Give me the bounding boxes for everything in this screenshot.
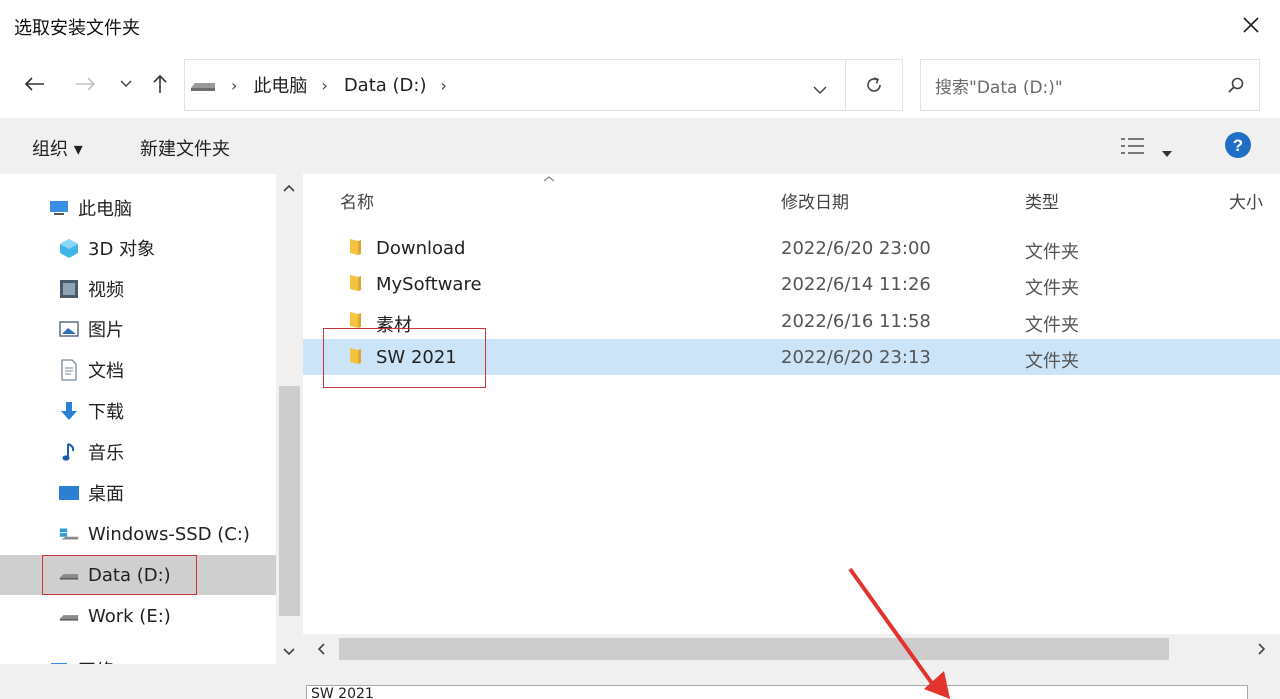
caret-down-icon — [1162, 151, 1172, 157]
sidebar-item-desktop[interactable]: 桌面 — [0, 473, 276, 513]
forward-button[interactable] — [70, 68, 102, 100]
breadcrumb-separator: › — [231, 75, 238, 95]
arrow-up-icon — [153, 74, 167, 93]
cube-icon — [58, 237, 80, 259]
file-row[interactable]: MySoftware 2022/6/14 11:26 文件夹 — [303, 266, 1280, 302]
scroll-down-icon — [283, 648, 295, 656]
sidebar-item-windows-ssd[interactable]: Windows-SSD (C:) — [0, 514, 276, 554]
folder-name-input[interactable]: SW 2021 — [306, 685, 1248, 699]
sidebar-item-documents[interactable]: 文档 — [0, 350, 276, 390]
sidebar-item-music[interactable]: 音乐 — [0, 432, 276, 472]
sidebar-scrollbar[interactable] — [276, 174, 303, 699]
search-icon — [1228, 77, 1244, 93]
refresh-button[interactable] — [845, 59, 903, 111]
breadcrumb-separator: › — [440, 75, 447, 95]
scroll-up-icon — [283, 184, 295, 192]
back-button[interactable] — [18, 68, 50, 100]
document-icon — [58, 359, 80, 381]
column-header-name[interactable]: 名称 — [340, 188, 374, 213]
sort-ascending-icon — [543, 176, 555, 182]
breadcrumb-data-drive[interactable]: Data (D:) — [344, 75, 427, 96]
refresh-icon — [867, 77, 881, 92]
details-view-icon — [1121, 138, 1144, 154]
search-box[interactable]: 搜索"Data (D:)" — [920, 59, 1260, 111]
column-header-modified[interactable]: 修改日期 — [781, 188, 849, 213]
scroll-right-icon — [1258, 643, 1266, 655]
folder-icon — [350, 275, 361, 291]
column-header-type[interactable]: 类型 — [1025, 188, 1059, 213]
highlight-box-sw2021 — [323, 328, 486, 388]
navigation-tree: 此电脑 3D 对象 视频 图片 文档 下载 音乐 桌面 Windows-SSD … — [0, 174, 276, 699]
file-type: 文件夹 — [1025, 315, 1079, 336]
breadcrumb-separator: › — [321, 75, 328, 95]
breadcrumb-this-pc[interactable]: 此电脑 — [253, 72, 307, 98]
sidebar-item-downloads[interactable]: 下载 — [0, 391, 276, 431]
highlight-box-data-drive — [42, 555, 197, 595]
view-options-button[interactable] — [1120, 136, 1146, 160]
up-button[interactable] — [144, 68, 176, 100]
file-row[interactable]: Download 2022/6/20 23:00 文件夹 — [303, 230, 1280, 266]
folder-icon — [350, 312, 361, 328]
file-name: MySoftware — [376, 274, 482, 295]
command-bar: 组织 ▾ 新建文件夹 ? — [0, 118, 1280, 174]
file-modified: 2022/6/20 23:13 — [781, 347, 931, 368]
navigation-pane: 此电脑 3D 对象 视频 图片 文档 下载 音乐 桌面 Windows-SSD … — [0, 174, 303, 699]
sidebar-item-3d-objects[interactable]: 3D 对象 — [0, 228, 276, 268]
close-icon — [1243, 17, 1259, 33]
horizontal-scrollbar[interactable] — [303, 634, 1280, 664]
help-icon: ? — [1225, 132, 1251, 158]
address-bar[interactable]: › 此电脑 › Data (D:) › — [184, 59, 846, 111]
arrow-left-icon — [24, 77, 44, 91]
annotation-arrow — [848, 567, 950, 699]
drive-icon — [58, 523, 80, 545]
column-header-size[interactable]: 大小 — [1229, 188, 1263, 213]
help-button[interactable]: ? — [1224, 131, 1252, 163]
scroll-left-icon — [317, 643, 325, 655]
window-title: 选取安装文件夹 — [14, 18, 140, 39]
search-placeholder: 搜索"Data (D:)" — [935, 77, 1063, 98]
file-type: 文件夹 — [1025, 278, 1079, 299]
picture-icon — [58, 318, 80, 340]
drive-icon — [58, 605, 80, 627]
svg-text:?: ? — [1233, 136, 1243, 155]
sidebar-item-videos[interactable]: 视频 — [0, 269, 276, 309]
download-icon — [58, 400, 80, 422]
file-type: 文件夹 — [1025, 242, 1079, 263]
sidebar-scroll-thumb[interactable] — [279, 386, 300, 616]
chevron-down-icon — [120, 80, 132, 88]
sidebar-item-work-drive[interactable]: Work (E:) — [0, 596, 276, 636]
title-bar: 选取安装文件夹 — [0, 0, 1280, 52]
arrow-right-icon — [76, 77, 96, 91]
new-folder-button[interactable]: 新建文件夹 — [140, 135, 230, 161]
close-button[interactable] — [1236, 10, 1266, 40]
bottom-panel: SW 2021 — [0, 664, 1280, 699]
music-icon — [58, 441, 80, 463]
organize-button[interactable]: 组织 ▾ — [32, 135, 83, 161]
computer-icon — [48, 197, 70, 219]
video-icon — [58, 278, 80, 300]
drive-icon — [191, 83, 215, 91]
chevron-down-icon — [813, 86, 827, 95]
horizontal-scroll-thumb[interactable] — [339, 638, 1169, 660]
folder-icon — [350, 239, 361, 255]
address-dropdown[interactable] — [813, 80, 827, 99]
desktop-icon — [58, 482, 80, 504]
file-modified: 2022/6/14 11:26 — [781, 274, 931, 295]
sidebar-item-this-pc[interactable]: 此电脑 — [0, 188, 276, 228]
file-modified: 2022/6/20 23:00 — [781, 238, 931, 259]
file-modified: 2022/6/16 11:58 — [781, 311, 931, 332]
sidebar-item-pictures[interactable]: 图片 — [0, 309, 276, 349]
recent-locations-button[interactable] — [110, 68, 142, 100]
file-type: 文件夹 — [1025, 351, 1079, 372]
view-dropdown[interactable] — [1162, 142, 1172, 161]
file-name: Download — [376, 238, 466, 259]
file-list: 名称 修改日期 类型 大小 Download 2022/6/20 23:00 文… — [303, 174, 1280, 699]
